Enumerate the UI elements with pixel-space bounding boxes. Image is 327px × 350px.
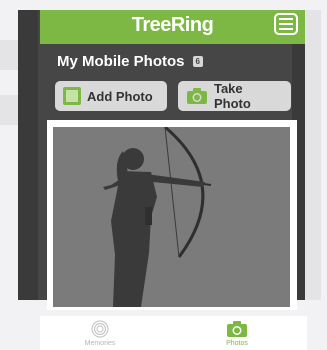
take-photo-button[interactable]: Take Photo	[178, 81, 291, 111]
take-photo-label: Take Photo	[213, 81, 251, 111]
camera-icon	[186, 88, 207, 104]
app-header: TreeRing	[40, 10, 305, 44]
photo-album-icon	[63, 87, 81, 105]
tab-memories-label: Memories	[84, 340, 116, 347]
tab-memories[interactable]: Memories	[40, 316, 160, 350]
brand-logo: TreeRing	[131, 14, 214, 36]
background-strip	[0, 95, 18, 125]
page-title-row: My Mobile Photos 6	[57, 49, 203, 73]
fingerprint-icon	[91, 320, 109, 338]
menu-bar	[279, 23, 293, 25]
tab-photos[interactable]: Photos	[177, 316, 297, 350]
camera-icon	[227, 321, 247, 337]
photo-thumbnail[interactable]	[53, 127, 290, 307]
menu-bar	[279, 28, 293, 30]
background-strip	[305, 10, 321, 300]
add-photo-button[interactable]: Add Photo	[55, 81, 167, 111]
background-strip	[0, 40, 18, 70]
photo-count-badge: 6	[192, 55, 203, 67]
hamburger-menu-button[interactable]	[274, 13, 298, 35]
menu-bar	[279, 18, 293, 20]
archer-silhouette-image	[103, 127, 212, 307]
tab-photos-label: Photos	[226, 340, 248, 347]
add-photo-label: Add Photo	[87, 88, 153, 104]
screen-edge	[18, 10, 38, 300]
bottom-tab-bar: Memories Photos	[40, 316, 307, 350]
page-title: My Mobile Photos	[57, 52, 185, 70]
